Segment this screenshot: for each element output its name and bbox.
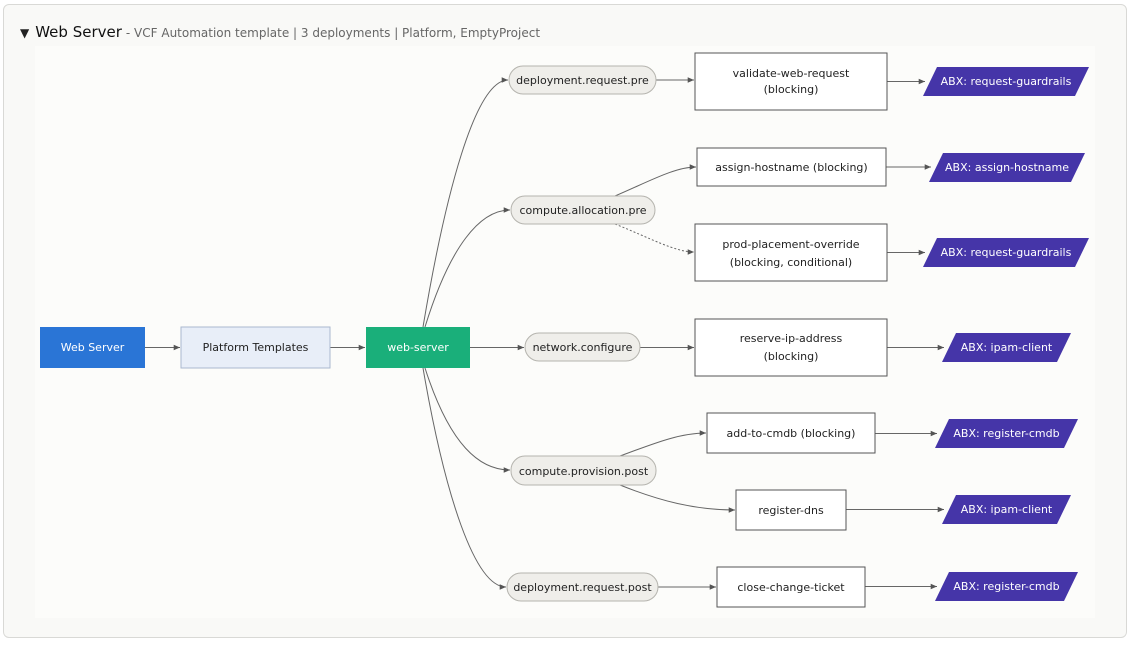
action-label: ABX: register-cmdb <box>953 427 1059 440</box>
subscription-label-detail: (blocking) <box>764 350 819 363</box>
subscription-node-prod-placement-override[interactable]: prod-placement-override (blocking, condi… <box>694 223 888 282</box>
topic-label: compute.allocation.pre <box>520 204 647 217</box>
action-node-assign-hostname[interactable]: ABX: assign-hostname <box>929 153 1085 182</box>
action-label: ABX: request-guardrails <box>941 246 1072 259</box>
action-node-request-guardrails-conditional[interactable]: ABX: request-guardrails <box>923 238 1089 267</box>
subscription-label: validate-web-request <box>733 67 850 80</box>
action-node-ipam-client[interactable]: ABX: ipam-client <box>942 333 1071 362</box>
topic-node-deployment-request-pre[interactable]: deployment.request.pre <box>508 65 657 95</box>
catalog-node-web-server[interactable]: Web Server <box>40 327 145 368</box>
template-node-label: Platform Templates <box>203 341 309 354</box>
action-node-request-guardrails[interactable]: ABX: request-guardrails <box>923 67 1089 96</box>
topic-label: deployment.request.post <box>513 581 652 594</box>
edge-allocation-assign-hostname <box>614 164 697 197</box>
topic-node-compute-provision-post[interactable]: compute.provision.post <box>510 455 657 486</box>
flow-diagram: Web Server Platform Templates web-server… <box>40 52 1089 608</box>
edge-blueprint-deployment-request-pre <box>422 77 509 328</box>
edge-blueprint-compute-provision-post <box>424 367 511 473</box>
catalog-node-label: Web Server <box>61 341 125 354</box>
panel-header[interactable]: ▼ Web Server - VCF Automation template |… <box>20 23 540 43</box>
blueprint-node-web-server[interactable]: web-server <box>366 327 470 368</box>
action-node-ipam-client-dns[interactable]: ABX: ipam-client <box>942 495 1071 524</box>
subscription-label: prod-placement-override <box>722 238 859 251</box>
topic-label: deployment.request.pre <box>516 74 649 87</box>
subscription-node-validate-web-request[interactable]: validate-web-request (blocking) <box>694 52 888 111</box>
action-label: ABX: register-cmdb <box>953 580 1059 593</box>
action-label: ABX: request-guardrails <box>941 75 1072 88</box>
flow-canvas: Web Server Platform Templates web-server… <box>35 46 1095 618</box>
panel-title: Web Server <box>35 23 122 41</box>
subscription-node-close-change-ticket[interactable]: close-change-ticket <box>716 566 866 608</box>
subscription-label: close-change-ticket <box>737 581 845 594</box>
topic-node-deployment-request-post[interactable]: deployment.request.post <box>506 572 659 602</box>
action-label: ABX: assign-hostname <box>945 161 1069 174</box>
action-label: ABX: ipam-client <box>961 341 1053 354</box>
subscription-label-detail: (blocking) <box>764 83 819 96</box>
collapse-toggle-icon[interactable]: ▼ <box>20 26 29 40</box>
subscription-node-assign-hostname[interactable]: assign-hostname (blocking) <box>696 147 887 187</box>
edge-blueprint-deployment-request-post <box>422 367 507 590</box>
topic-label: network.configure <box>533 341 633 354</box>
action-label: ABX: ipam-client <box>961 503 1053 516</box>
subscription-node-add-to-cmdb[interactable]: add-to-cmdb (blocking) <box>706 412 876 454</box>
topic-label: compute.provision.post <box>519 465 649 478</box>
subscription-label: assign-hostname (blocking) <box>715 161 867 174</box>
template-node-platform-templates[interactable]: Platform Templates <box>180 326 331 369</box>
subscription-label-detail: (blocking, conditional) <box>730 256 852 269</box>
subscription-label: reserve-ip-address <box>740 332 843 345</box>
subscription-node-reserve-ip-address[interactable]: reserve-ip-address (blocking) <box>694 318 888 377</box>
subscription-node-register-dns[interactable]: register-dns <box>735 489 847 531</box>
action-node-register-cmdb[interactable]: ABX: register-cmdb <box>935 419 1078 448</box>
edge-provision-register-dns <box>619 484 736 513</box>
edge-allocation-placement-override <box>614 223 695 255</box>
topic-node-compute-allocation-pre[interactable]: compute.allocation.pre <box>510 195 656 225</box>
edge-blueprint-compute-allocation-pre <box>424 207 511 328</box>
topic-node-network-configure[interactable]: network.configure <box>524 332 641 362</box>
panel-subtitle: - VCF Automation template | 3 deployment… <box>125 26 541 40</box>
subscription-label: register-dns <box>758 504 824 517</box>
subscription-label: add-to-cmdb (blocking) <box>727 427 856 440</box>
action-node-register-cmdb-close[interactable]: ABX: register-cmdb <box>935 572 1078 601</box>
nodes-layer: Web Server Platform Templates web-server… <box>40 52 1089 608</box>
edge-provision-add-cmdb <box>619 430 707 457</box>
blueprint-node-label: web-server <box>387 341 449 354</box>
